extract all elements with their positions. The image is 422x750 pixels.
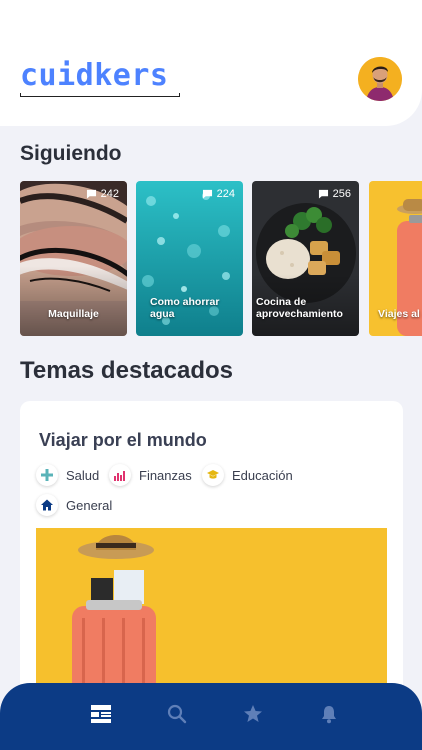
tag-finanzas[interactable]: Finanzas: [109, 464, 192, 486]
bell-icon: [322, 706, 336, 724]
comment-icon: [202, 189, 212, 199]
home-icon: [36, 494, 58, 516]
comment-count: 224: [216, 188, 235, 200]
following-card-ahorrar-agua[interactable]: 224 Como ahorrar agua: [136, 181, 243, 336]
nav-feed[interactable]: [90, 703, 112, 725]
card-label: Como ahorrar agua: [150, 296, 220, 320]
topic-image: [36, 528, 387, 701]
comment-count-badge: 256: [318, 188, 351, 200]
bar-chart-icon: [109, 464, 131, 486]
nav-notifications[interactable]: [318, 703, 340, 725]
suitcase-image: [36, 528, 387, 701]
topic-title: Viajar por el mundo: [39, 430, 207, 450]
tag-label: General: [66, 497, 113, 513]
logo-underline: [20, 93, 180, 97]
comment-count: 256: [332, 188, 351, 200]
search-icon: [167, 704, 187, 724]
brand-logo[interactable]: cuidkers: [20, 58, 169, 93]
avatar[interactable]: [358, 57, 402, 101]
tag-label: Finanzas: [139, 467, 192, 483]
following-card-maquillaje[interactable]: 242 Maquillaje: [20, 181, 127, 336]
nav-search[interactable]: [166, 703, 188, 725]
bottom-nav: [0, 683, 422, 750]
comment-icon: [318, 189, 328, 199]
plus-icon: [36, 464, 58, 486]
card-label: Viajes al extran: [378, 308, 422, 320]
graduation-cap-icon: [202, 464, 224, 486]
card-label: Maquillaje: [48, 308, 99, 320]
app-header: cuidkers: [0, 0, 422, 126]
comment-count-badge: 224: [202, 188, 235, 200]
tag-label: Salud: [66, 467, 100, 483]
following-card-cocina[interactable]: 256 Cocina de aprovechamiento: [252, 181, 359, 336]
comment-icon: [86, 189, 96, 199]
following-title: Siguiendo: [20, 142, 122, 165]
comment-count: 242: [100, 188, 119, 200]
feed-icon: [91, 705, 111, 723]
following-card-viajes[interactable]: Viajes al extran: [369, 181, 422, 336]
nav-favorites[interactable]: [242, 703, 264, 725]
card-label: Cocina de aprovechamiento: [256, 296, 343, 320]
following-carousel[interactable]: 242 Maquillaje 224 Como ahorrar agua 256…: [20, 181, 422, 337]
featured-topic-card[interactable]: Viajar por el mundo Salud Finanzas Educa…: [20, 401, 403, 701]
tag-salud[interactable]: Salud: [36, 464, 99, 486]
featured-title: Temas destacados: [20, 357, 233, 384]
comment-count-badge: 242: [86, 188, 119, 200]
tag-educacion[interactable]: Educación: [202, 464, 293, 486]
tag-label: Educación: [232, 467, 293, 483]
tag-general[interactable]: General: [36, 494, 112, 516]
star-icon: [244, 705, 262, 722]
